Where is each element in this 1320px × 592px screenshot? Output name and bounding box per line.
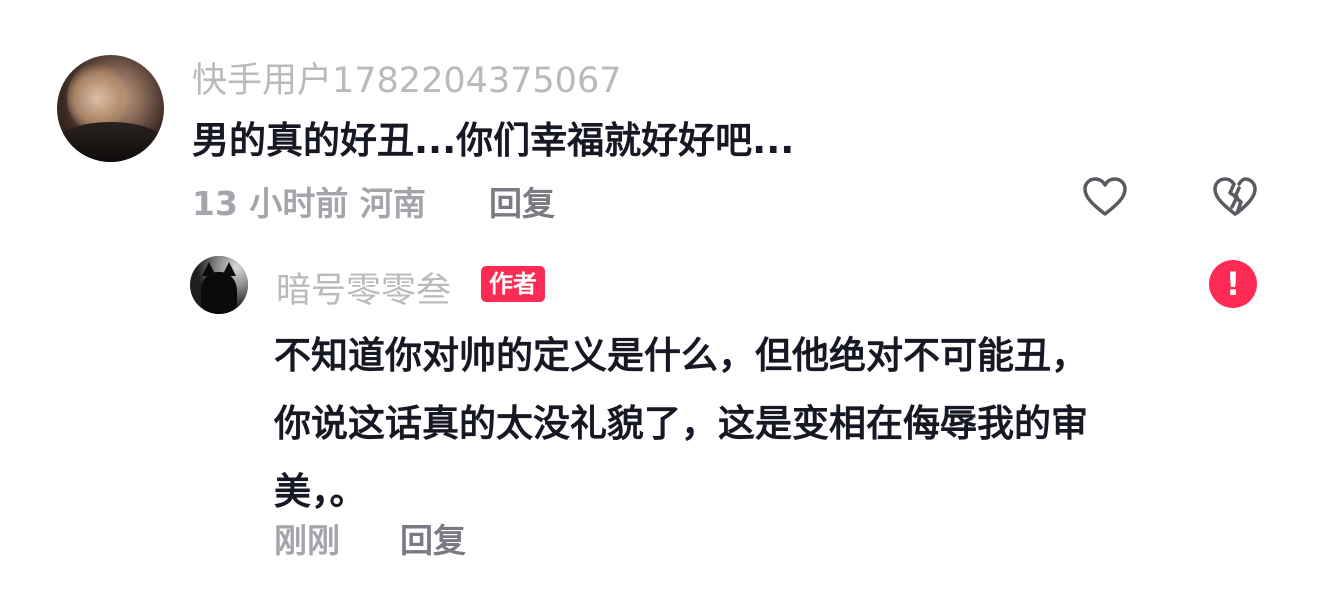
reply-meta: 刚刚 [274, 521, 340, 560]
reply-text-line: 你说这话真的太没礼貌了，这是变相在侮辱我的审 [274, 402, 1088, 445]
comment-meta: 13 小时前 河南 [192, 184, 426, 223]
reply-button[interactable]: 回复 [400, 514, 466, 562]
reply-text: 不知道你对帅的定义是什么，但他绝对不可能丑， 你说这话真的太没礼貌了，这是变相在… [274, 322, 1254, 526]
reply-text-line: 不知道你对帅的定义是什么，但他绝对不可能丑， [274, 334, 1088, 377]
broken-heart-icon[interactable] [1212, 176, 1258, 218]
comment-text: 男的真的好丑...你们幸福就好好吧... [192, 119, 795, 162]
reply-button[interactable]: 回复 [489, 177, 555, 225]
heart-outline-icon[interactable] [1082, 176, 1128, 218]
comment-username[interactable]: 快手用户1782204375067 [192, 52, 622, 103]
avatar[interactable] [57, 55, 164, 162]
exclamation-icon[interactable]: ! [1209, 260, 1257, 308]
author-badge: 作者 [481, 266, 545, 302]
reply-username[interactable]: 暗号零零叁 [276, 262, 451, 313]
reply-avatar[interactable] [190, 256, 248, 314]
